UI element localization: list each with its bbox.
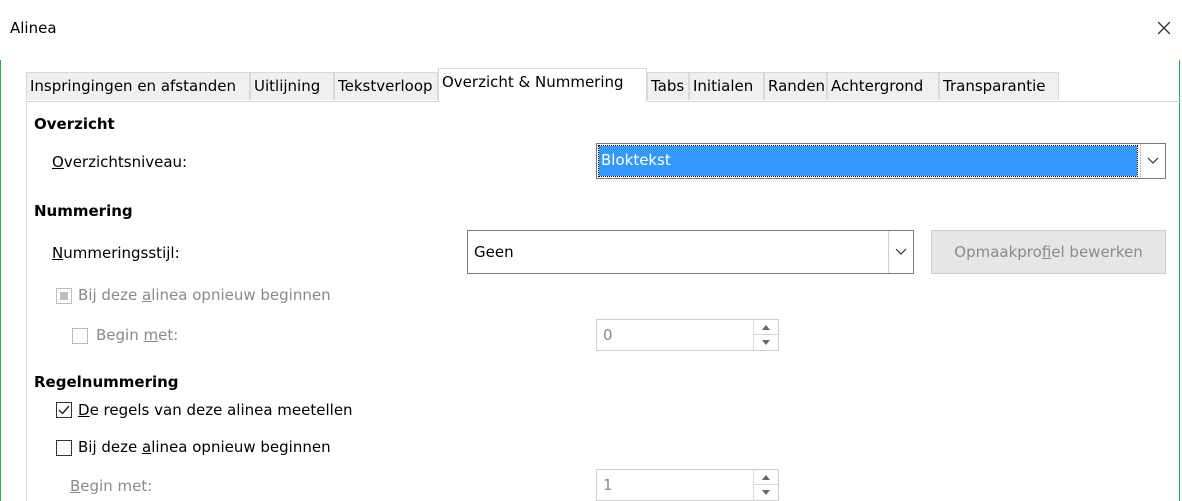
numbering-heading: Nummering [34,202,133,220]
overview-heading: Overzicht [34,115,115,133]
chevron-down-icon [888,231,913,273]
tab-tabs[interactable]: Tabs [647,72,689,100]
line-restart-label: Bij deze alinea opnieuw beginnen [78,438,331,456]
numbering-start-value: 0 [603,326,613,344]
numbering-restart-checkbox[interactable] [56,288,72,304]
spin-up-icon[interactable] [754,470,778,485]
outline-level-label: Overzichtsniveau: [52,153,188,171]
tab-borders[interactable]: Randen [764,72,827,100]
tab-alignment[interactable]: Uitlijning [250,72,334,100]
title-bar: Alinea [0,0,1182,60]
close-button[interactable] [1150,14,1178,42]
tab-area[interactable]: Achtergrond [827,72,939,100]
numbering-style-select[interactable]: Geen [467,230,914,274]
numbering-start-checkbox[interactable] [72,328,88,344]
chevron-down-icon [1140,144,1165,178]
numbering-style-label: Nummeringsstijl: [52,244,180,262]
line-numbering-heading: Regelnummering [34,373,179,391]
line-start-value: 1 [603,476,613,494]
line-start-spinbox[interactable]: 1 [596,469,779,501]
spin-down-icon[interactable] [754,335,778,350]
line-restart-checkbox[interactable] [56,440,72,456]
tab-drop-caps[interactable]: Initialen [689,72,764,100]
close-icon [1157,21,1171,35]
spin-down-icon[interactable] [754,485,778,500]
numbering-start-label: Begin met: [96,326,179,344]
line-start-label: Begin met: [70,477,153,495]
count-lines-label: De regels van deze alinea meetellen [78,401,353,419]
tab-transparency[interactable]: Transparantie [939,72,1059,100]
edit-style-button[interactable]: Opmaakprofiel bewerken [931,230,1166,274]
checkmark-icon [58,405,70,415]
tab-text-flow[interactable]: Tekstverloop [334,72,438,100]
tab-indents-spacing[interactable]: Inspringingen en afstanden [26,72,250,100]
numbering-start-spinbox[interactable]: 0 [596,319,779,351]
window-title: Alinea [10,19,57,37]
numbering-style-value: Geen [474,243,514,261]
spin-up-icon[interactable] [754,320,778,335]
tab-outline-numbering[interactable]: Overzicht & Nummering [438,68,647,102]
numbering-restart-label: Bij deze alinea opnieuw beginnen [78,286,331,304]
outline-level-value: Bloktekst [598,145,1138,177]
outline-level-select[interactable]: Bloktekst [596,143,1166,179]
count-lines-checkbox[interactable] [56,402,72,418]
